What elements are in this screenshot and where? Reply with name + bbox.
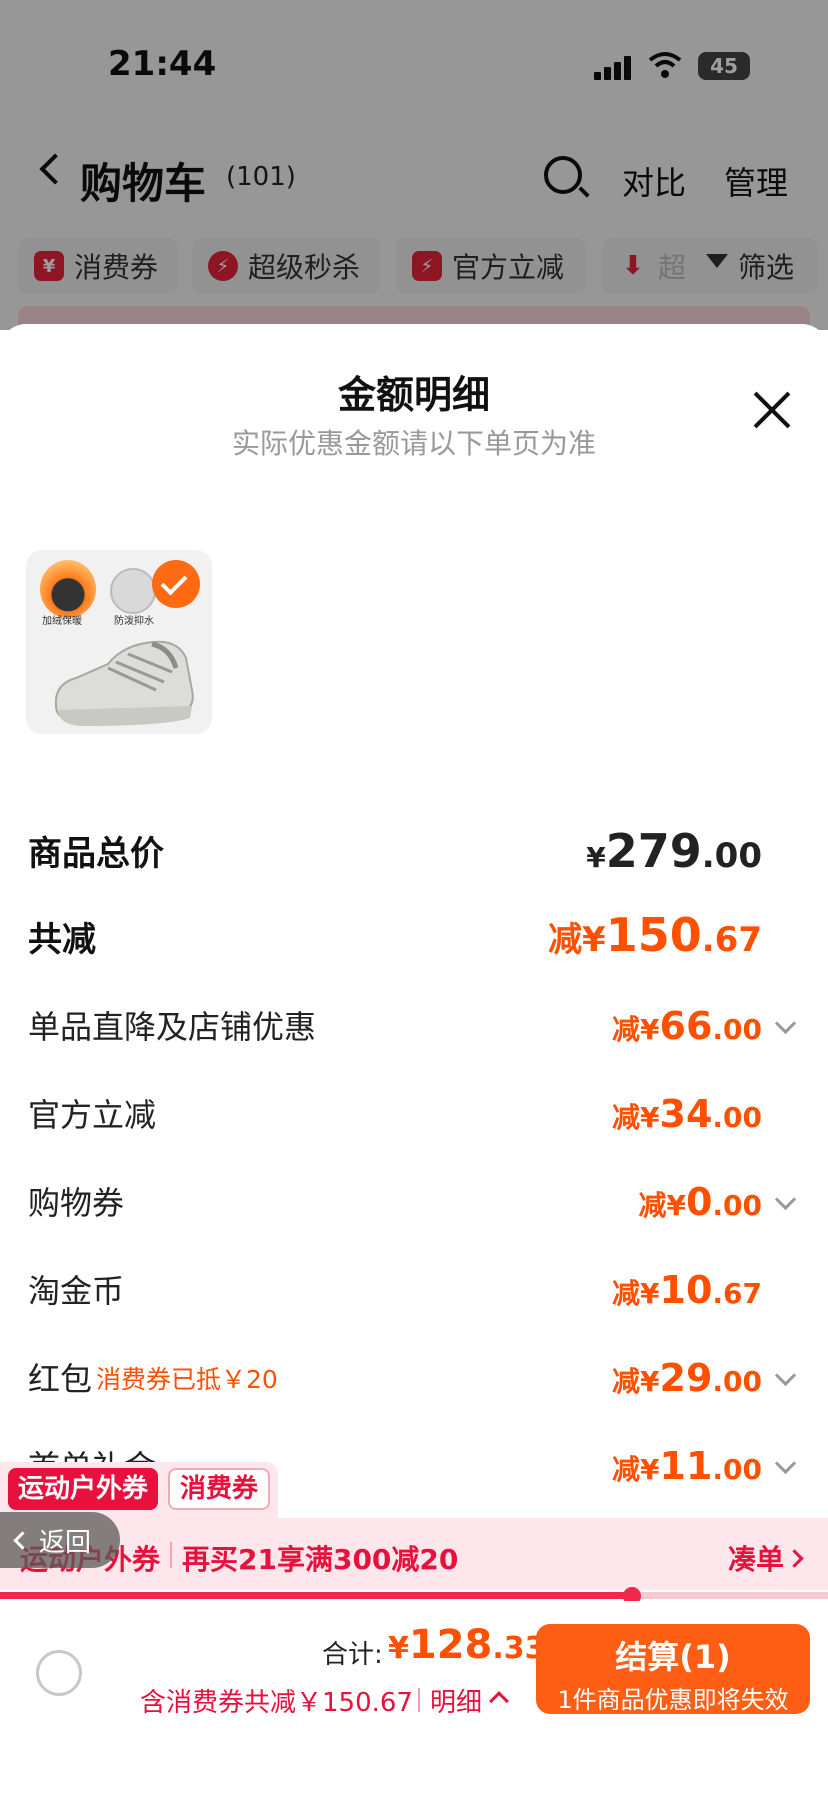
- add-items-link[interactable]: 凑单: [728, 1538, 784, 1578]
- consumption-coupon-tag[interactable]: 消费券: [168, 1468, 271, 1510]
- total-price-value: ¥279.00: [586, 824, 762, 878]
- shoe-image: [54, 640, 194, 726]
- discount-row-label: 官方立减: [28, 1096, 157, 1134]
- promo-message: 再买21享满300减20: [182, 1543, 459, 1576]
- total-discount-label: 共减: [28, 920, 96, 960]
- thumb-caption: 加绒保暖: [42, 616, 82, 627]
- discount-row-value: 减¥11.00: [612, 1444, 762, 1488]
- red-packet-note: 消费券已抵￥20: [96, 1365, 278, 1394]
- discount-row-label: 淘金币: [28, 1272, 125, 1310]
- promo-progress-fill: [0, 1592, 633, 1599]
- back-pill-label: 返回: [39, 1527, 92, 1558]
- saving-summary: 含消费券共减￥150.67: [140, 1688, 413, 1718]
- sports-coupon-tag[interactable]: 运动户外券: [8, 1468, 159, 1510]
- checkout-button[interactable]: 结算(1) 1件商品优惠即将失效: [536, 1624, 810, 1714]
- dim-overlay[interactable]: [0, 0, 828, 330]
- warm-fleece-badge-icon: [40, 560, 96, 618]
- select-all-radio[interactable]: [36, 1650, 82, 1696]
- total-label: 合计:: [322, 1640, 383, 1670]
- sheet-title: 金额明细: [337, 373, 490, 417]
- sheet-subtitle: 实际优惠金额请以下单页为准: [231, 427, 596, 460]
- saving-divider: [418, 1688, 420, 1712]
- total-amount: ¥128.33: [388, 1622, 546, 1668]
- total-discount-value: 减¥150.67: [548, 908, 762, 962]
- back-arrow-icon: [13, 1530, 32, 1550]
- discount-row-label: 红包: [28, 1360, 93, 1398]
- discount-row-value: 减¥34.00: [612, 1092, 762, 1136]
- total-price-label: 商品总价: [28, 834, 164, 874]
- discount-row-value: 减¥0.00: [638, 1180, 762, 1224]
- discount-row-value: 减¥10.67: [612, 1268, 762, 1312]
- selected-check-icon[interactable]: [152, 560, 200, 608]
- promo-divider: [170, 1542, 172, 1568]
- discount-row-value: 减¥29.00: [612, 1356, 762, 1400]
- back-pill-button[interactable]: 返回: [0, 1512, 120, 1568]
- detail-toggle[interactable]: 明细: [430, 1682, 482, 1719]
- checkout-subtext: 1件商品优惠即将失效: [557, 1686, 789, 1714]
- waterproof-badge-icon: [110, 568, 156, 614]
- discount-row-label: 购物券: [28, 1184, 125, 1222]
- thumb-caption: 防泼抑水: [114, 616, 154, 627]
- close-icon[interactable]: [752, 390, 792, 430]
- discount-row-label: 单品直降及店铺优惠: [28, 1008, 317, 1046]
- checkout-label: 结算(1): [615, 1638, 731, 1676]
- discount-row-value: 减¥66.00: [612, 1004, 762, 1048]
